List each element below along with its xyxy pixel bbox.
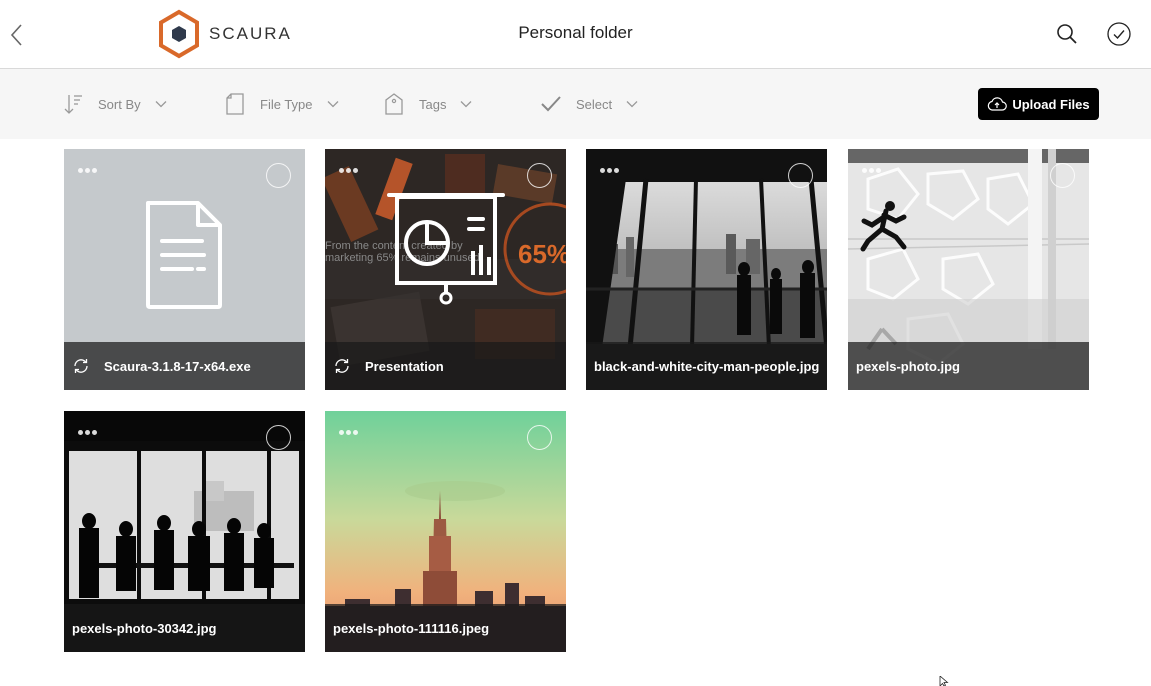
- file-name: pexels-photo-111116.jpeg: [333, 620, 490, 636]
- file-caption: pexels-photo-30342.jpg: [64, 604, 305, 652]
- check-circle-icon: [1107, 22, 1131, 46]
- brand-logo[interactable]: SCAURA: [157, 9, 292, 59]
- more-options-button[interactable]: [862, 162, 881, 178]
- chevron-down-icon: [460, 100, 472, 108]
- file-name: black-and-white-city-man-people.jpg: [594, 358, 820, 374]
- select-label: Select: [576, 96, 613, 112]
- scaura-hexagon-icon: [159, 9, 199, 59]
- slide-percent: 65%: [518, 239, 566, 269]
- upload-files-label: Upload Files: [1012, 96, 1090, 112]
- tag-icon: [383, 93, 405, 115]
- file-type-label: File Type: [260, 96, 313, 112]
- more-options-button[interactable]: [339, 162, 358, 178]
- file-tile[interactable]: pexels-photo-30342.jpg: [64, 411, 305, 652]
- file-name: pexels-photo-30342.jpg: [72, 620, 217, 636]
- chevron-down-icon: [327, 100, 339, 108]
- select-checkbox[interactable]: [266, 425, 291, 450]
- back-button[interactable]: [4, 20, 28, 50]
- presentation-board-icon: [387, 193, 505, 305]
- file-tile[interactable]: pexels-photo.jpg: [848, 149, 1089, 390]
- select-dropdown[interactable]: Select: [540, 69, 638, 139]
- select-checkbox[interactable]: [266, 163, 291, 188]
- sort-by-label: Sort By: [98, 96, 141, 112]
- app-header: SCAURA Personal folder: [0, 0, 1151, 69]
- sort-by-dropdown[interactable]: Sort By: [62, 69, 167, 139]
- file-caption: Presentation: [325, 342, 566, 390]
- cloud-upload-icon: [987, 97, 1008, 111]
- tags-dropdown[interactable]: Tags: [383, 69, 472, 139]
- document-icon: [146, 201, 222, 309]
- select-checkbox[interactable]: [527, 163, 552, 188]
- sync-icon: [72, 357, 90, 375]
- checkmark-icon: [540, 93, 562, 115]
- brand-name: SCAURA: [209, 24, 292, 43]
- more-options-button[interactable]: [78, 424, 97, 440]
- file-caption: Scaura-3.1.8-17-x64.exe: [64, 342, 305, 390]
- file-tile[interactable]: Scaura-3.1.8-17-x64.exe: [64, 149, 305, 390]
- file-name: pexels-photo.jpg: [856, 358, 960, 374]
- file-caption: black-and-white-city-man-people.jpg: [586, 342, 827, 390]
- file-icon: [224, 93, 246, 115]
- select-mode-button[interactable]: [1105, 20, 1133, 48]
- file-caption: pexels-photo.jpg: [848, 342, 1089, 390]
- more-options-button[interactable]: [78, 162, 97, 178]
- sync-icon: [333, 357, 351, 375]
- file-name: Scaura-3.1.8-17-x64.exe: [104, 358, 251, 374]
- file-tile[interactable]: black-and-white-city-man-people.jpg: [586, 149, 827, 390]
- file-tile[interactable]: pexels-photo-111116.jpeg: [325, 411, 566, 652]
- chevron-down-icon: [626, 100, 638, 108]
- tags-label: Tags: [419, 96, 447, 112]
- select-checkbox[interactable]: [527, 425, 552, 450]
- select-checkbox[interactable]: [788, 163, 813, 188]
- file-type-dropdown[interactable]: File Type: [224, 69, 339, 139]
- more-options-button[interactable]: [339, 424, 358, 440]
- search-button[interactable]: [1053, 20, 1081, 48]
- select-checkbox[interactable]: [1050, 163, 1075, 188]
- file-caption: pexels-photo-111116.jpeg: [325, 604, 566, 652]
- search-icon: [1057, 24, 1077, 44]
- file-tile[interactable]: From the content created by marketing 65…: [325, 149, 566, 390]
- sort-icon: [62, 93, 84, 115]
- chevron-down-icon: [155, 100, 167, 108]
- more-options-button[interactable]: [600, 162, 619, 178]
- mouse-pointer-icon: [939, 676, 949, 686]
- file-name: Presentation: [365, 358, 444, 374]
- chevron-left-icon: [10, 24, 22, 46]
- upload-files-button[interactable]: Upload Files: [978, 88, 1099, 120]
